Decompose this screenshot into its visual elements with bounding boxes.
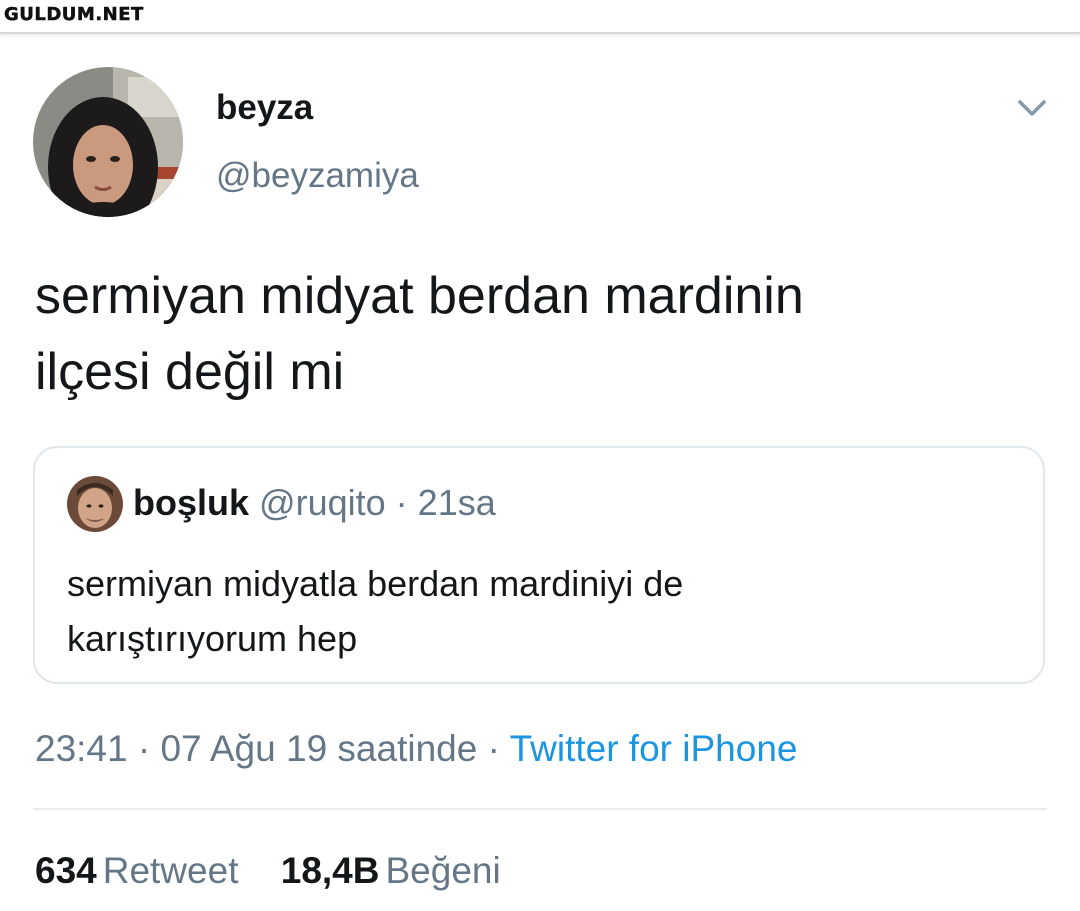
tweet-text-line: sermiyan midyat berdan mardinin (35, 267, 804, 325)
separator-dot: · (395, 482, 408, 523)
like-count-value: 18,4B (280, 850, 380, 891)
tweet-text-line: ilçesi değil mi (35, 343, 345, 401)
retweet-count-value: 634 (35, 850, 97, 891)
tweet-text: sermiyan midyat berdan mardinin ilçesi d… (35, 258, 1045, 410)
tweet-meta: 23:41 · 07 Ağu 19 saatinde · Twitter for… (35, 728, 797, 770)
retweet-count[interactable]: 634 Retweet (35, 850, 238, 892)
tweet-source-link[interactable]: Twitter for iPhone (510, 728, 798, 769)
separator-dot: · (137, 728, 151, 769)
author-name[interactable]: beyza (216, 88, 313, 128)
quoted-tweet-card[interactable]: boşluk @ruqito · 21sa sermiyan midyatla … (33, 446, 1045, 684)
quoted-avatar-photo (67, 476, 123, 532)
quoted-timestamp[interactable]: 21sa (418, 482, 496, 523)
watermark-logo: GULDUM.NET (4, 4, 144, 26)
avatar-photo (33, 67, 183, 217)
quoted-text-line: karıştırıyorum hep (67, 618, 358, 659)
quoted-avatar[interactable] (67, 476, 123, 532)
separator-dot: · (487, 728, 500, 769)
quoted-text-line: sermiyan midyatla berdan mardiniyi de (67, 563, 684, 604)
tweet-date[interactable]: 07 Ağu 19 saatinde (160, 728, 477, 769)
like-count[interactable]: 18,4B Beğeni (281, 850, 501, 892)
quoted-author-name[interactable]: boşluk (133, 482, 249, 523)
divider (33, 808, 1047, 810)
avatar[interactable] (33, 67, 183, 217)
quoted-tweet-text: sermiyan midyatla berdan mardiniyi de ka… (67, 556, 1007, 666)
tweet-stats: 634 Retweet 18,4B Beğeni (35, 850, 533, 892)
chevron-down-icon[interactable] (1014, 90, 1050, 126)
tweet-time[interactable]: 23:41 (35, 728, 128, 769)
quoted-header: boşluk @ruqito · 21sa (133, 482, 496, 524)
watermark-bar: GULDUM.NET (0, 0, 1080, 34)
author-handle[interactable]: @beyzamiya (216, 156, 419, 196)
quoted-author-handle[interactable]: @ruqito (259, 482, 386, 523)
retweet-count-label: Retweet (102, 850, 239, 891)
like-count-label: Beğeni (385, 850, 501, 891)
